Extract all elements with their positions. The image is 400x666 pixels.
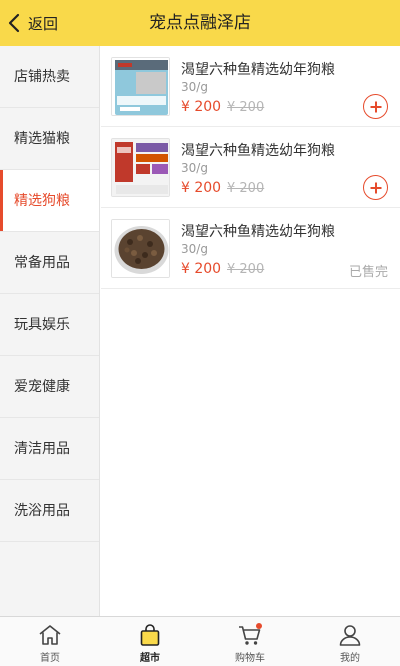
tab-label: 超市 xyxy=(140,653,160,664)
chevron-left-icon xyxy=(8,13,20,33)
cart-badge-dot xyxy=(256,623,262,629)
tab-label: 首页 xyxy=(40,653,60,664)
product-image xyxy=(111,57,170,116)
product-price: ¥ 200 xyxy=(181,261,222,277)
sidebar-item-daily-supplies[interactable]: 常备用品 xyxy=(0,232,99,294)
product-name: 渴望六种鱼精选幼年狗粮 xyxy=(181,62,335,78)
product-item[interactable]: 渴望六种鱼精选幼年狗粮 30/g ¥ 200 ¥ 200 已售完 xyxy=(101,208,400,289)
product-price: ¥ 200 xyxy=(181,99,222,115)
sold-out-label: 已售完 xyxy=(348,265,388,280)
sidebar-item-hot-sale[interactable]: 店铺热卖 xyxy=(0,46,99,108)
tab-mine[interactable]: 我的 xyxy=(300,617,400,666)
tab-supermarket[interactable]: 超市 xyxy=(100,617,200,666)
product-unit: 30/g xyxy=(181,242,208,256)
product-unit: 30/g xyxy=(181,80,208,94)
product-original-price: ¥ 200 xyxy=(227,181,265,196)
back-button[interactable]: 返回 xyxy=(8,0,58,46)
bottom-tab-bar: 首页 超市 购物车 我的 xyxy=(0,616,400,666)
user-icon xyxy=(339,625,361,646)
sidebar-item-toys[interactable]: 玩具娱乐 xyxy=(0,294,99,356)
home-icon xyxy=(39,625,61,645)
product-unit: 30/g xyxy=(181,161,208,175)
sidebar-item-pet-health[interactable]: 爱宠健康 xyxy=(0,356,99,418)
product-image xyxy=(111,219,170,278)
sidebar-item-cat-food[interactable]: 精选猫粮 xyxy=(0,108,99,170)
product-list: 渴望六种鱼精选幼年狗粮 30/g ¥ 200 ¥ 200 渴望六种鱼精选幼年狗粮… xyxy=(101,46,400,616)
product-item[interactable]: 渴望六种鱼精选幼年狗粮 30/g ¥ 200 ¥ 200 xyxy=(101,127,400,208)
back-label: 返回 xyxy=(28,14,59,33)
product-name: 渴望六种鱼精选幼年狗粮 xyxy=(181,224,335,240)
product-image xyxy=(111,138,170,197)
product-original-price: ¥ 200 xyxy=(227,262,265,277)
page-title: 宠点点融泽店 xyxy=(149,13,251,33)
product-name: 渴望六种鱼精选幼年狗粮 xyxy=(181,143,335,159)
add-to-cart-button[interactable] xyxy=(363,94,388,119)
sidebar-item-cleaning[interactable]: 清洁用品 xyxy=(0,418,99,480)
tab-label: 我的 xyxy=(340,653,360,664)
sidebar-item-dog-food[interactable]: 精选狗粮 xyxy=(0,170,99,232)
tab-label: 购物车 xyxy=(235,653,265,664)
category-sidebar: 店铺热卖 精选猫粮 精选狗粮 常备用品 玩具娱乐 爱宠健康 清洁用品 洗浴用品 xyxy=(0,46,100,616)
tab-home[interactable]: 首页 xyxy=(0,617,100,666)
add-to-cart-button[interactable] xyxy=(363,175,388,200)
top-header: 返回 宠点点融泽店 xyxy=(0,0,400,46)
tab-cart[interactable]: 购物车 xyxy=(200,617,300,666)
sidebar-item-bathing[interactable]: 洗浴用品 xyxy=(0,480,99,542)
product-item[interactable]: 渴望六种鱼精选幼年狗粮 30/g ¥ 200 ¥ 200 xyxy=(101,46,400,127)
shopping-bag-icon xyxy=(140,624,160,646)
product-original-price: ¥ 200 xyxy=(227,100,265,115)
product-price: ¥ 200 xyxy=(181,180,222,196)
